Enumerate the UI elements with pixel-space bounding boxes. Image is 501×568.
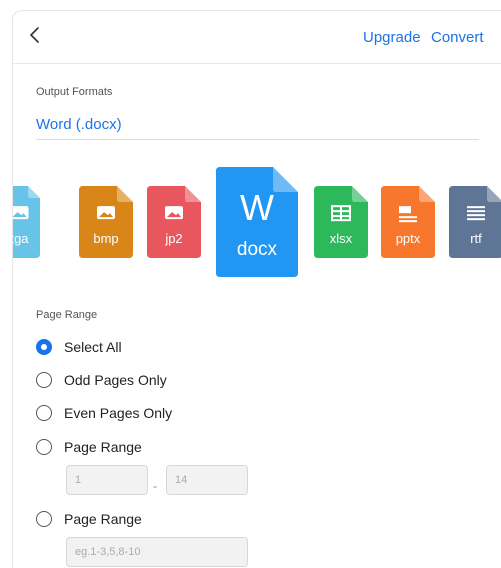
radio-button[interactable]: [36, 372, 52, 388]
format-tga-icon[interactable]: tga: [12, 186, 40, 258]
chevron-left-icon: [30, 27, 39, 43]
output-formats-label: Output Formats: [36, 86, 113, 98]
radio-custom-range[interactable]: Page Range: [36, 508, 142, 530]
radio-odd-pages[interactable]: Odd Pages Only: [36, 369, 167, 391]
format-bmp-icon[interactable]: bmp: [79, 186, 133, 258]
radio-label: Even Pages Only: [64, 405, 173, 421]
selected-format[interactable]: Word (.docx): [36, 116, 122, 133]
back-button[interactable]: [23, 23, 47, 47]
page-range-label: Page Range: [36, 309, 98, 321]
format-ext-label: tga: [12, 231, 29, 246]
format-ext-label: jp2: [165, 231, 183, 246]
word-glyph: W: [240, 187, 274, 228]
radio-select-all[interactable]: Select All: [36, 336, 122, 358]
format-docx-icon[interactable]: Wdocx: [216, 167, 298, 277]
radio-label: Odd Pages Only: [64, 372, 167, 388]
format-jp2-icon[interactable]: jp2: [147, 186, 201, 258]
format-ext-label: pptx: [395, 231, 421, 246]
format-ext-label: rtf: [470, 231, 482, 246]
upgrade-button[interactable]: Upgrade: [363, 29, 421, 46]
radio-button[interactable]: [36, 405, 52, 421]
format-ext-label: docx: [236, 239, 278, 260]
convert-button[interactable]: Convert: [431, 29, 484, 46]
radio-label: Select All: [64, 339, 122, 355]
radio-button[interactable]: [36, 339, 52, 355]
top-bar: Upgrade Convert: [13, 11, 501, 64]
format-xlsx-icon[interactable]: xlsx: [314, 186, 368, 258]
format-rtf-icon[interactable]: rtf: [449, 186, 501, 258]
range-from-input[interactable]: [66, 465, 148, 495]
radio-page-range[interactable]: Page Range: [36, 436, 142, 458]
radio-label: Page Range: [64, 439, 142, 455]
format-pptx-icon[interactable]: pptx: [381, 186, 435, 258]
radio-label: Page Range: [64, 511, 142, 527]
radio-even-pages[interactable]: Even Pages Only: [36, 402, 172, 424]
format-ext-label: bmp: [93, 231, 119, 246]
range-to-input[interactable]: [166, 465, 248, 495]
radio-button[interactable]: [36, 511, 52, 527]
custom-range-input[interactable]: [66, 537, 248, 567]
radio-button[interactable]: [36, 439, 52, 455]
format-divider: [36, 139, 479, 140]
range-dash: -: [153, 479, 157, 493]
convert-panel: Upgrade Convert Output Formats Word (.do…: [12, 10, 501, 568]
format-ext-label: xlsx: [329, 231, 353, 246]
